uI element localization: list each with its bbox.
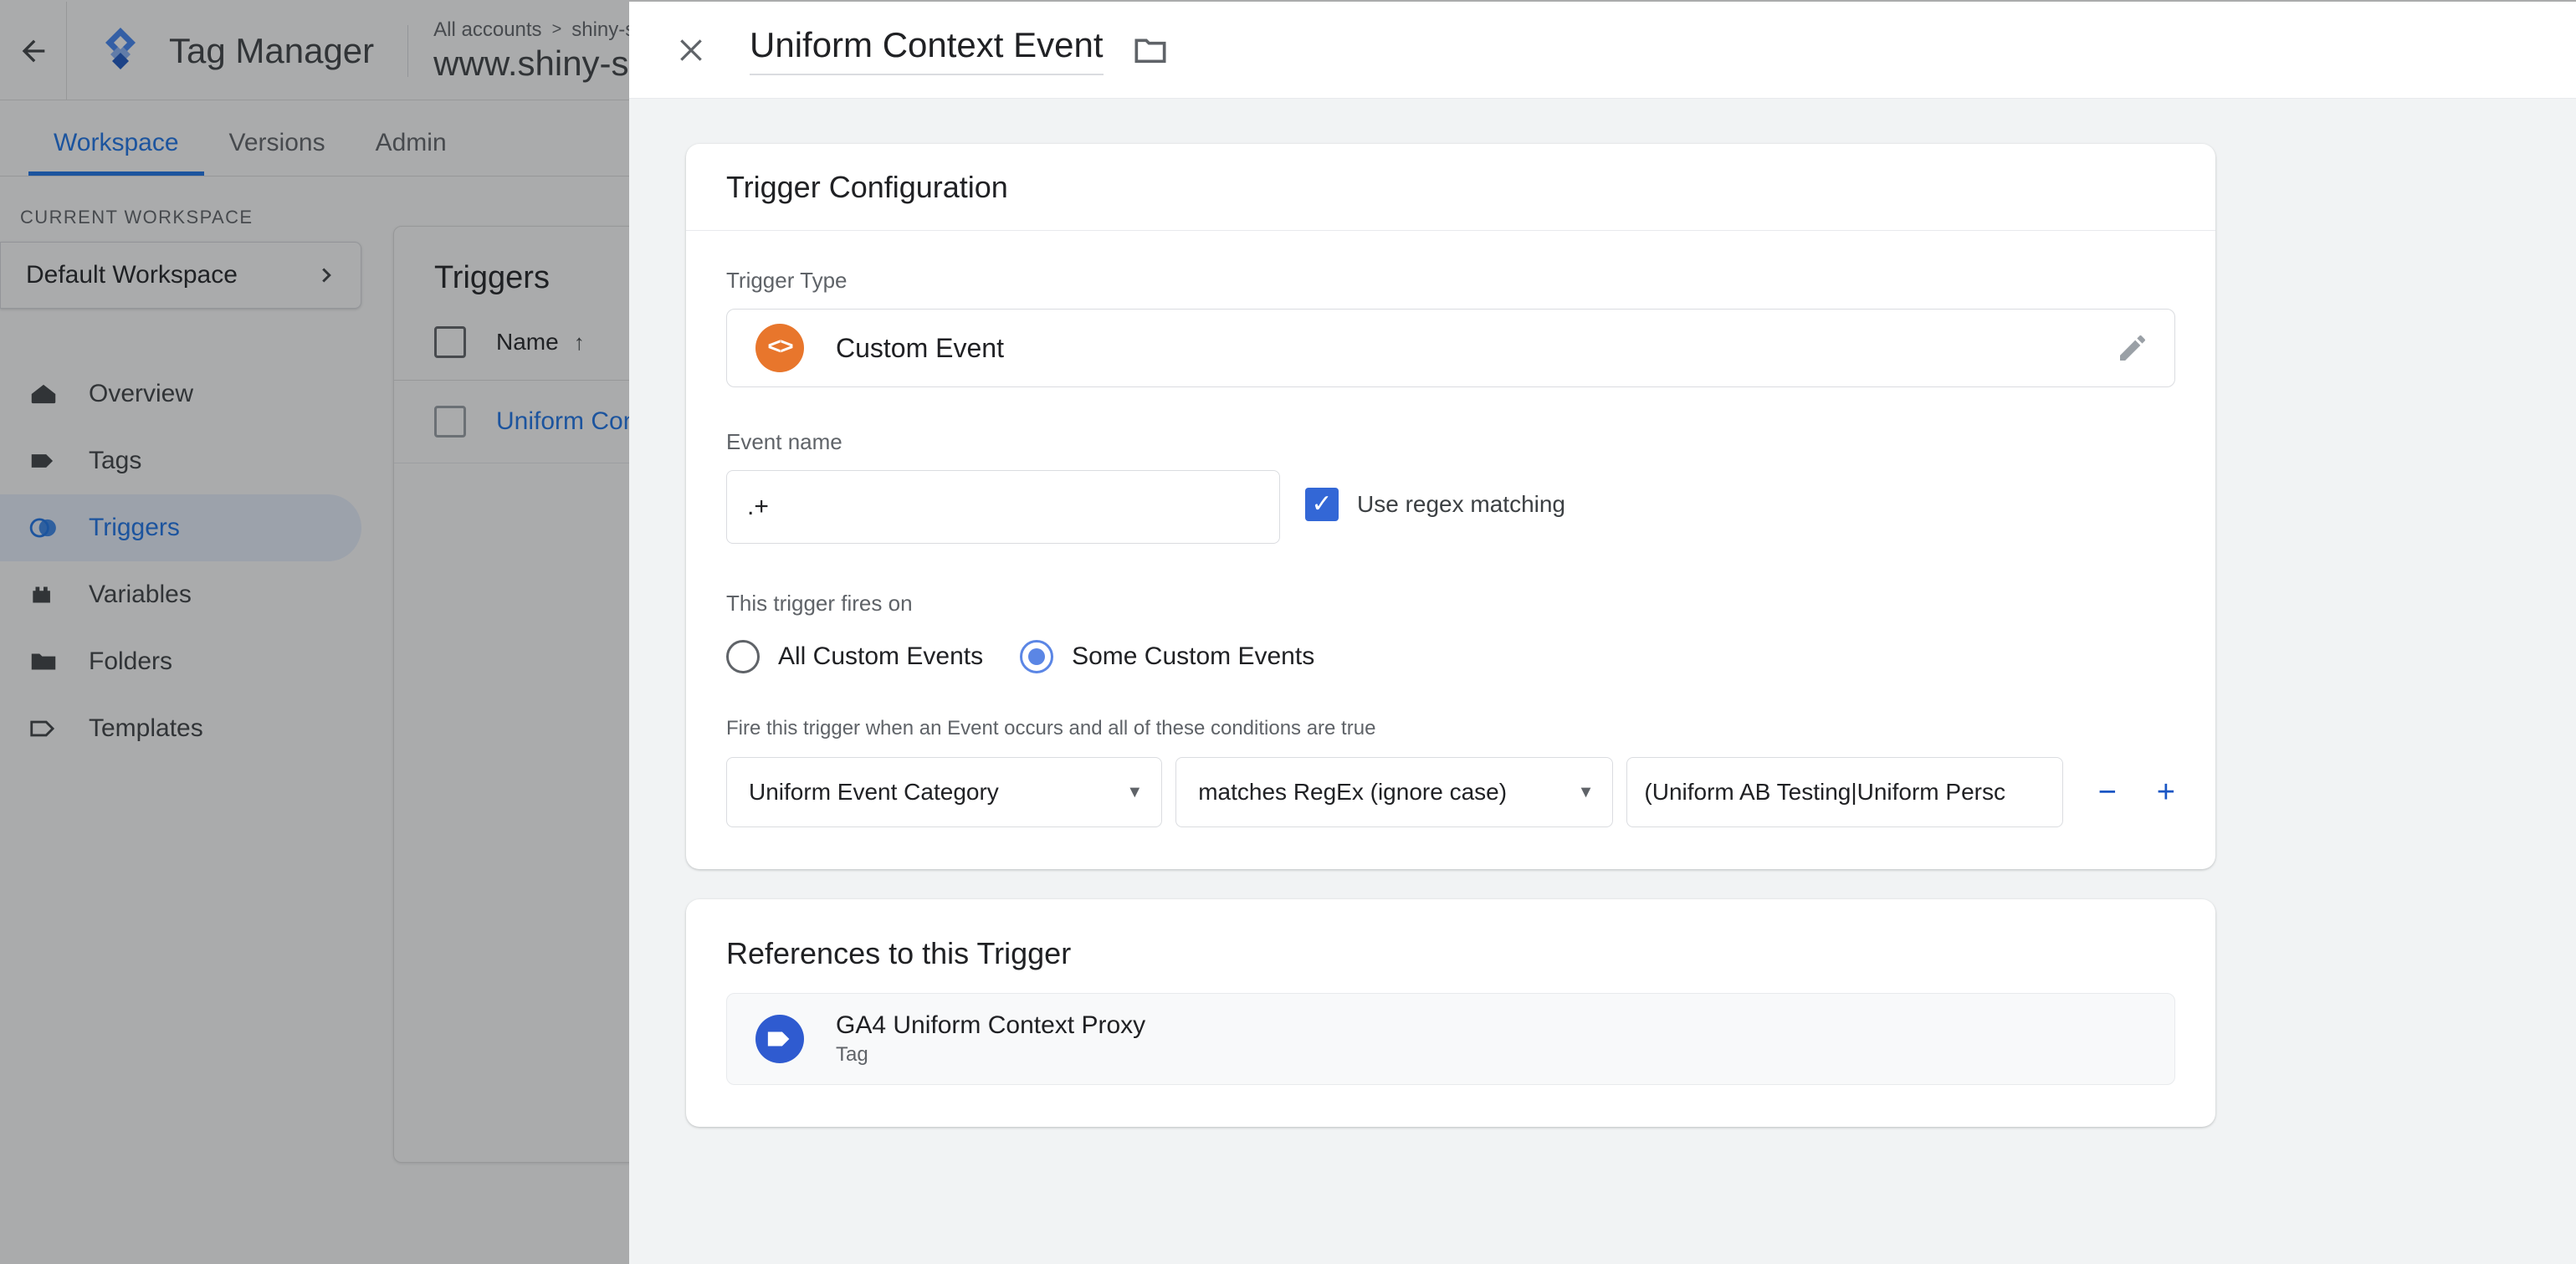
trigger-type-selector[interactable]: <> Custom Event <box>726 309 2175 387</box>
checkmark-icon[interactable]: ✓ <box>1305 487 1339 521</box>
regex-checkbox-label: Use regex matching <box>1357 490 1566 517</box>
condition-operator-select[interactable]: matches RegEx (ignore case) ▼ <box>1175 757 1614 827</box>
fires-on-radio-group: All Custom Events Some Custom Events <box>726 640 2175 673</box>
conditions-label: Fire this trigger when an Event occurs a… <box>726 717 1376 739</box>
modal-title-wrap: Uniform Context Event <box>750 25 1167 75</box>
folder-icon[interactable] <box>1134 36 1167 64</box>
chevron-down-icon: ▼ <box>1577 782 1595 801</box>
modal-header: Uniform Context Event <box>629 2 2576 99</box>
radio-icon-selected[interactable] <box>1020 640 1054 673</box>
condition-value-input[interactable]: (Uniform AB Testing|Uniform Persc <box>1626 757 2063 827</box>
regex-checkbox-group[interactable]: ✓ Use regex matching <box>1305 487 1566 521</box>
condition-operator-value: matches RegEx (ignore case) <box>1198 779 1508 805</box>
radio-label: All Custom Events <box>778 642 984 670</box>
close-icon[interactable] <box>669 28 713 72</box>
trigger-type-display: <> Custom Event <box>755 324 1004 372</box>
radio-some-custom-events[interactable]: Some Custom Events <box>1020 640 1314 673</box>
trigger-type-name: Custom Event <box>836 332 1004 363</box>
radio-label: Some Custom Events <box>1072 642 1315 670</box>
remove-condition-button[interactable]: − <box>2098 776 2117 808</box>
radio-all-custom-events[interactable]: All Custom Events <box>726 640 983 673</box>
trigger-type-label: Trigger Type <box>726 268 848 293</box>
card-title: Trigger Configuration <box>686 144 2215 231</box>
fires-on-label: This trigger fires on <box>726 591 913 616</box>
trigger-configuration-body: Trigger Type <> Custom Event Event name <box>686 231 2215 869</box>
condition-actions: − + <box>2098 776 2175 808</box>
condition-row: Uniform Event Category ▼ matches RegEx (… <box>726 757 2175 827</box>
event-name-input[interactable] <box>726 470 1280 544</box>
page-title[interactable]: Uniform Context Event <box>750 25 1104 75</box>
event-name-row: Event name ✓ Use regex matching <box>726 429 2175 544</box>
condition-variable-select[interactable]: Uniform Event Category ▼ <box>726 757 1163 827</box>
radio-icon[interactable] <box>726 640 760 673</box>
reference-text: GA4 Uniform Context Proxy Tag <box>836 1011 1145 1067</box>
pencil-icon[interactable] <box>2116 331 2149 365</box>
trigger-edit-modal: Uniform Context Event Trigger Configurat… <box>629 2 2576 1264</box>
modal-body: Trigger Configuration Trigger Type <> Cu… <box>629 99 2576 1264</box>
reference-kind: Tag <box>836 1043 868 1066</box>
reference-name: GA4 Uniform Context Proxy <box>836 1011 1146 1039</box>
references-card-title: References to this Trigger <box>726 936 1072 970</box>
event-name-group: Event name <box>726 429 1280 544</box>
add-condition-button[interactable]: + <box>2157 776 2175 808</box>
trigger-configuration-card: Trigger Configuration Trigger Type <> Cu… <box>686 144 2215 869</box>
chevron-down-icon: ▼ <box>1126 782 1144 801</box>
card-spacer <box>686 869 2519 899</box>
condition-value-text: (Uniform AB Testing|Uniform Persc <box>1644 779 2005 805</box>
references-card: References to this Trigger GA4 Uniform C… <box>686 899 2215 1127</box>
code-brackets-icon: <> <box>755 324 804 372</box>
event-name-label: Event name <box>726 429 842 454</box>
reference-item[interactable]: GA4 Uniform Context Proxy Tag <box>726 993 2175 1085</box>
tag-circle-icon <box>755 1015 804 1063</box>
references-body: References to this Trigger GA4 Uniform C… <box>686 899 2215 1127</box>
condition-variable-value: Uniform Event Category <box>749 779 999 805</box>
